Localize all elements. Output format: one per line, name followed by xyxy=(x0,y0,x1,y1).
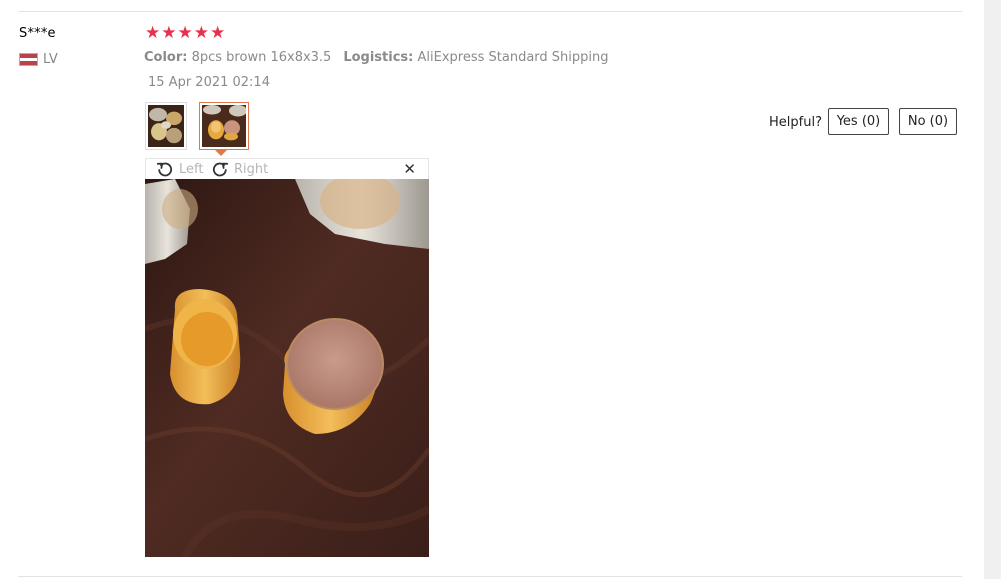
star-icon: ★ xyxy=(193,23,209,43)
review-date: 15 Apr 2021 02:14 xyxy=(148,75,270,90)
latvia-flag-icon xyxy=(19,53,38,66)
star-icon: ★ xyxy=(210,23,226,43)
review-photo xyxy=(145,179,429,557)
reviewer-name: S***e xyxy=(19,26,56,41)
close-icon[interactable]: ✕ xyxy=(403,160,416,178)
helpful-label: Helpful? xyxy=(769,115,822,130)
logistics-label: Logistics: xyxy=(343,50,414,65)
thumbnail-image xyxy=(202,105,246,147)
review-item: S***e LV ★ ★ ★ ★ ★ Color: 8pcs brown 16x… xyxy=(0,0,1001,579)
review-thumbnail[interactable] xyxy=(145,102,187,150)
review-thumbnail-selected[interactable] xyxy=(199,102,249,150)
rotate-left-button[interactable]: Left xyxy=(156,160,203,178)
top-divider xyxy=(18,11,962,12)
selected-thumbnail-pointer xyxy=(215,150,227,156)
reviewer-country: LV xyxy=(19,52,58,67)
star-icon: ★ xyxy=(177,23,193,43)
star-icon: ★ xyxy=(161,23,177,43)
order-attributes: Color: 8pcs brown 16x8x3.5 Logistics: Ali… xyxy=(144,50,609,65)
star-icon: ★ xyxy=(145,23,161,43)
helpful-yes-button[interactable]: Yes (0) xyxy=(828,108,889,135)
bottom-divider xyxy=(18,576,962,577)
scrollbar-track[interactable] xyxy=(984,0,1001,579)
image-viewer-toolbar: Left Right ✕ xyxy=(145,158,429,179)
helpful-no-button[interactable]: No (0) xyxy=(899,108,957,135)
rotate-right-button[interactable]: Right xyxy=(211,160,268,178)
color-label: Color: xyxy=(144,50,188,65)
rotate-left-label: Left xyxy=(179,161,204,177)
thumbnail-image xyxy=(148,105,184,147)
rotate-left-icon xyxy=(156,162,173,177)
rotate-right-icon xyxy=(212,162,229,177)
star-rating: ★ ★ ★ ★ ★ xyxy=(145,25,225,42)
logistics-value: AliExpress Standard Shipping xyxy=(417,50,609,65)
review-photo-enlarged xyxy=(145,179,429,557)
rotate-right-label: Right xyxy=(234,161,269,177)
country-code: LV xyxy=(43,52,58,67)
color-value: 8pcs brown 16x8x3.5 xyxy=(191,50,332,65)
